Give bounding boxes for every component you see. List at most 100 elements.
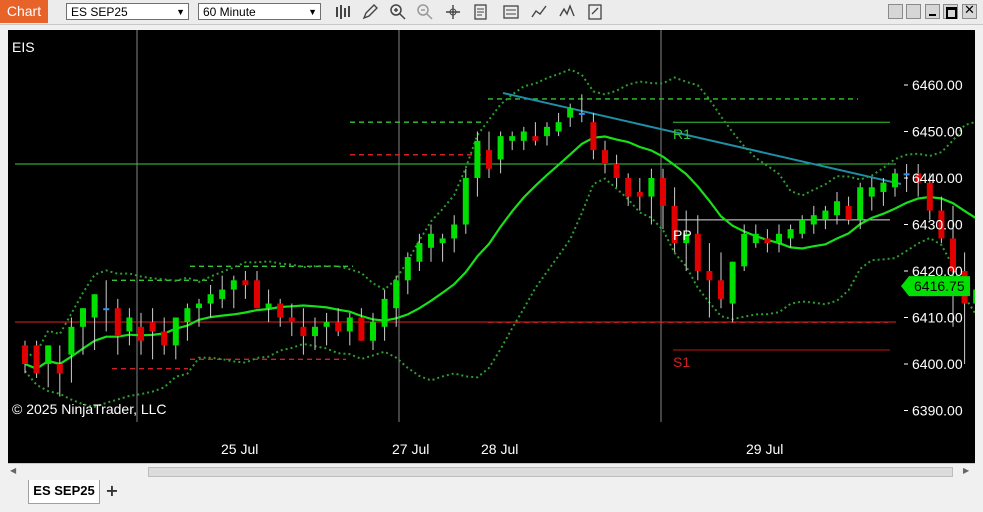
candle-body xyxy=(532,136,539,141)
candle-body xyxy=(45,345,52,364)
candle-body xyxy=(22,345,28,364)
zoom-out-icon[interactable] xyxy=(416,3,434,21)
drawing-tool-icon[interactable] xyxy=(361,3,379,21)
candle-body xyxy=(312,326,318,337)
candle-body xyxy=(520,131,527,141)
candle-body xyxy=(741,233,748,267)
time-tick-label: 27 Jul xyxy=(392,441,429,457)
price-tick-label: 6460.00 xyxy=(912,77,963,93)
instrument-selector[interactable]: ES SEP25 ▼ xyxy=(66,3,189,20)
interval-selector[interactable]: 60 Minute ▼ xyxy=(198,3,321,20)
moving-average-line xyxy=(24,135,983,370)
pivot-r1-label: R1 xyxy=(673,126,691,142)
candle-body xyxy=(416,243,423,262)
candle-body xyxy=(764,238,771,244)
crosshair-icon[interactable] xyxy=(444,3,462,21)
candle-body xyxy=(509,136,516,141)
candle-body xyxy=(370,322,376,341)
candle-body xyxy=(567,108,574,118)
candle-body xyxy=(103,308,110,311)
instrument-value: ES SEP25 xyxy=(71,5,128,19)
candle-body xyxy=(718,280,724,299)
candle-body xyxy=(648,178,655,197)
scrollbar-thumb[interactable] xyxy=(148,467,953,477)
candle-body xyxy=(346,317,353,332)
candle-body xyxy=(822,210,829,220)
candle-body xyxy=(138,326,144,341)
current-price-label: 6416.75 xyxy=(914,278,965,294)
candle-body xyxy=(486,150,492,169)
indicators-icon[interactable] xyxy=(530,3,548,21)
minimize-icon[interactable] xyxy=(925,4,940,19)
price-tick-label: 6400.00 xyxy=(912,356,963,372)
candle-body xyxy=(903,173,910,176)
candle-body xyxy=(172,317,179,346)
horizontal-scrollbar[interactable]: ◀ ▶ xyxy=(8,463,975,479)
candle-body xyxy=(393,280,400,309)
candle-body xyxy=(288,317,295,323)
candle-body xyxy=(636,191,643,197)
pivot-s1-label: S1 xyxy=(673,354,690,370)
bollinger-lower xyxy=(24,177,983,408)
close-icon[interactable]: ✕ xyxy=(962,4,977,19)
candle-body xyxy=(265,303,272,309)
candle-body xyxy=(752,233,759,244)
price-tick-label: 6430.00 xyxy=(912,217,963,233)
candle-body xyxy=(56,364,63,374)
candle-body xyxy=(300,326,307,337)
candle-body xyxy=(219,289,226,299)
candle-body xyxy=(161,331,168,346)
candle-body xyxy=(439,238,446,244)
strategies-icon[interactable] xyxy=(558,3,576,21)
candle-body xyxy=(880,182,887,192)
time-tick-label: 28 Jul xyxy=(481,441,518,457)
candle-body xyxy=(555,122,562,132)
trend-line xyxy=(502,92,902,185)
tab-es-sep25[interactable]: ES SEP25 xyxy=(28,480,100,504)
candle-body xyxy=(497,136,504,160)
candle-body xyxy=(590,122,597,151)
candle-body xyxy=(196,303,202,309)
candle-body xyxy=(834,201,840,216)
window-option-button[interactable] xyxy=(906,4,921,19)
candle-body xyxy=(729,261,736,304)
candle-body xyxy=(474,140,481,178)
candle-body xyxy=(323,322,330,327)
bollinger-upper xyxy=(24,68,983,358)
price-tick-label: 6450.00 xyxy=(912,124,963,140)
window-title[interactable]: Chart xyxy=(0,0,48,23)
candle-body xyxy=(428,233,434,248)
data-box-icon[interactable] xyxy=(472,3,490,21)
candle-body xyxy=(660,178,666,206)
scroll-left-icon[interactable]: ◀ xyxy=(10,466,19,476)
interval-value: 60 Minute xyxy=(203,5,256,19)
candle-body xyxy=(868,187,875,197)
candle-body xyxy=(799,219,806,234)
bars-type-icon[interactable] xyxy=(334,3,352,21)
attach-order-icon[interactable] xyxy=(586,3,604,21)
candle-body xyxy=(33,345,40,374)
candle-body xyxy=(277,303,284,318)
pivot-pp-label: PP xyxy=(673,227,692,243)
candle-body xyxy=(335,322,342,332)
zoom-in-icon[interactable] xyxy=(389,3,407,21)
window-option-button[interactable] xyxy=(888,4,903,19)
candle-body xyxy=(126,317,133,332)
candle-body xyxy=(91,294,98,318)
chevron-down-icon: ▼ xyxy=(308,7,317,17)
candle-body xyxy=(613,164,620,178)
maximize-icon[interactable] xyxy=(943,4,958,19)
candle-body xyxy=(694,233,701,271)
chart-panel[interactable]: EIS © 2025 NinjaTrader, LLC R1 PP S1 6460.00 6… xyxy=(8,30,983,463)
scroll-right-icon[interactable]: ▶ xyxy=(963,466,972,476)
candle-body xyxy=(706,271,713,281)
add-tab-button[interactable]: + xyxy=(102,482,122,502)
candle-body xyxy=(787,229,794,239)
candle-body xyxy=(184,308,191,323)
candle-body xyxy=(544,126,550,137)
price-chart[interactable]: EIS © 2025 NinjaTrader, LLC R1 PP S1 6460.00 6… xyxy=(8,30,983,463)
candle-body xyxy=(242,280,249,285)
candle-body xyxy=(404,257,411,281)
properties-icon[interactable] xyxy=(502,3,520,21)
tab-bar: ES SEP25 + xyxy=(0,480,983,512)
